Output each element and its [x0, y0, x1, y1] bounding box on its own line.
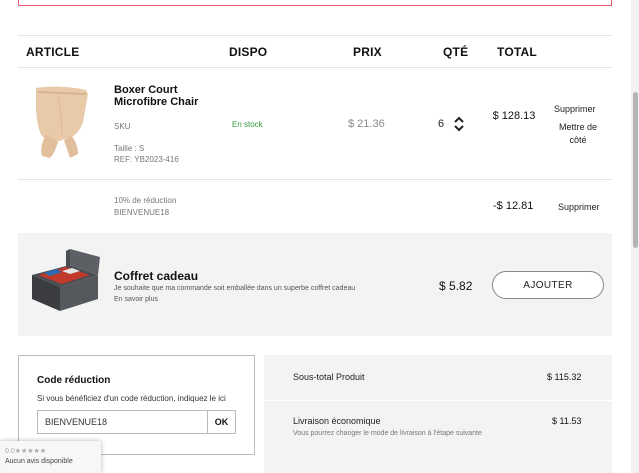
discount-remove-link[interactable]: Supprimer	[558, 202, 600, 212]
review-score: 0.0★★★★★	[5, 448, 47, 455]
product-sku: SKU	[114, 122, 131, 131]
line-total: $ 128.13	[492, 110, 536, 122]
reviews-widget[interactable]: 0.0★★★★★ Aucun avis disponible	[0, 441, 101, 473]
shipping-label: Livraison économique	[293, 416, 381, 426]
gift-title: Coffret cadeau	[114, 269, 199, 283]
product-ref: REF: YB2023-416	[114, 155, 179, 164]
product-image[interactable]	[28, 86, 94, 160]
gift-price: $ 5.82	[439, 279, 473, 293]
gift-box-image	[32, 249, 100, 311]
gift-box-section: Coffret cadeau Je souhaite que ma comman…	[18, 233, 612, 336]
add-gift-box-button[interactable]: AJOUTER	[492, 271, 604, 299]
quantity-stepper-icon[interactable]	[453, 116, 465, 132]
order-summary: Sous-total Produit $ 115.32 Livraison éc…	[264, 355, 612, 473]
product-name[interactable]: Boxer Court Microfibre Chair	[114, 84, 204, 108]
product-size: Taille : S	[114, 144, 145, 153]
cart-row-product: Boxer Court Microfibre Chair SKU Taille …	[18, 68, 612, 180]
discount-amount: -$ 12.81	[493, 200, 534, 212]
subtotal-label: Sous-total Produit	[293, 372, 365, 382]
remove-link[interactable]: Supprimer	[554, 104, 596, 114]
scrollbar-thumb[interactable]	[633, 92, 638, 248]
promo-code-box: Code réduction Si vous bénéficiez d'un c…	[18, 355, 255, 455]
review-text: Aucun avis disponible	[5, 458, 73, 465]
unit-price: $ 21.36	[348, 118, 385, 130]
set-aside-link[interactable]: Mettre de côté	[552, 121, 604, 147]
discount-code: BIENVENUE18	[114, 208, 170, 217]
gift-learn-more-link[interactable]: En savoir plus	[114, 296, 158, 303]
shipping-value: $ 11.53	[552, 416, 582, 426]
promo-hint: Si vous bénéficiez d'un code réduction, …	[37, 394, 226, 403]
gift-description: Je souhaite que ma commande soit emballé…	[114, 285, 356, 292]
promo-code-input[interactable]	[37, 410, 207, 434]
shipping-note: Vous pourrez changer le mode de livraiso…	[293, 430, 482, 437]
summary-divider	[264, 400, 612, 401]
cart-body: Boxer Court Microfibre Chair SKU Taille …	[18, 0, 612, 233]
page-scrollbar[interactable]	[631, 0, 639, 473]
promo-ok-button[interactable]: OK	[207, 410, 236, 434]
quantity-value: 6	[438, 118, 445, 130]
discount-label: 10% de réduction	[114, 196, 177, 205]
availability-status: En stock	[232, 120, 263, 129]
promo-title: Code réduction	[37, 375, 111, 386]
subtotal-value: $ 115.32	[547, 372, 582, 382]
discount-row: 10% de réduction BIENVENUE18 -$ 12.81 Su…	[18, 181, 612, 233]
